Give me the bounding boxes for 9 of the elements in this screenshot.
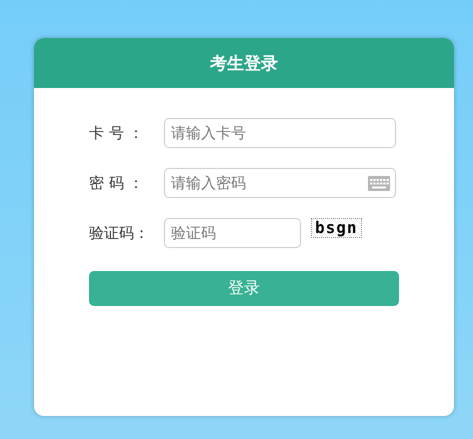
- password-field[interactable]: 请输入密码: [164, 168, 396, 198]
- field-label: 验证码：: [89, 224, 150, 242]
- card-number-field[interactable]: 请输入卡号: [164, 118, 396, 148]
- field-label: 密 码 ：: [89, 174, 145, 192]
- captcha-image[interactable]: bsgn: [311, 218, 362, 238]
- login-title: 考生登录: [34, 38, 454, 88]
- keyboard-icon[interactable]: [368, 176, 390, 190]
- captcha-field[interactable]: 验证码: [164, 218, 301, 248]
- field-label: 卡 号 ：: [89, 124, 145, 142]
